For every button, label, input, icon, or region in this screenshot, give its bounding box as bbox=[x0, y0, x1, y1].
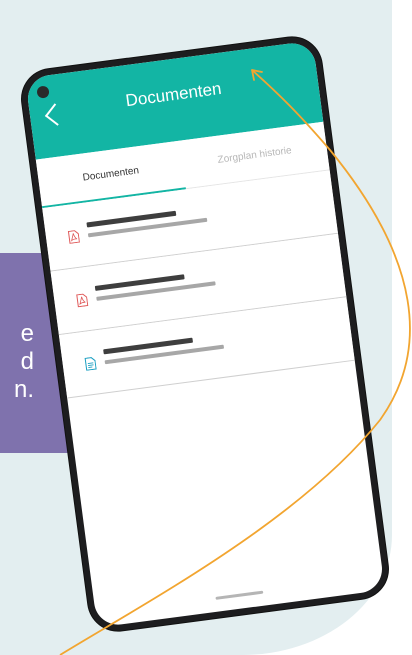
info-card-line-1: e bbox=[20, 320, 34, 347]
tab-documenten-label: Documenten bbox=[81, 164, 140, 184]
info-card-line-2: d bbox=[20, 348, 34, 375]
text-file-icon bbox=[84, 357, 97, 371]
pdf-file-icon bbox=[76, 293, 89, 308]
home-indicator bbox=[215, 590, 264, 600]
pdf-file-icon bbox=[67, 230, 80, 244]
tab-zorgplan-historie-label: Zorgplan historie bbox=[216, 144, 293, 166]
info-card-line-3: n. bbox=[13, 376, 34, 403]
page-title: Documenten bbox=[124, 78, 223, 111]
info-card-text: e d n. bbox=[0, 320, 34, 404]
